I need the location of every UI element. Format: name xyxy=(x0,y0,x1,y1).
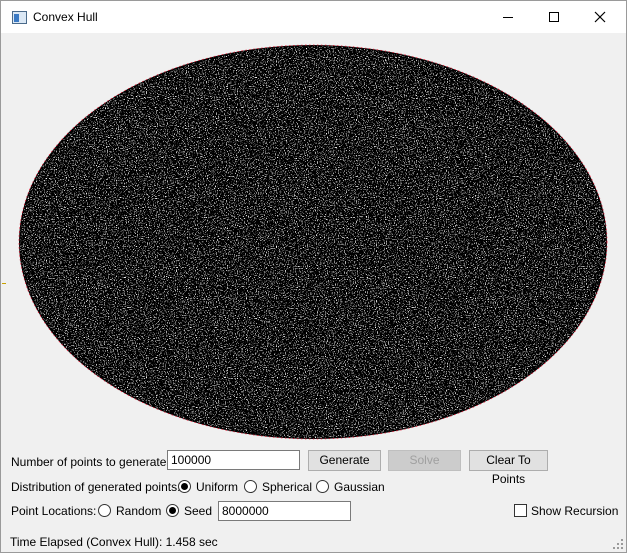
status-text: Time Elapsed (Convex Hull): 1.458 sec xyxy=(10,535,218,549)
close-icon xyxy=(594,11,606,23)
convex-hull-window: Convex Hull Number of points to generate… xyxy=(0,0,627,553)
maximize-icon xyxy=(549,12,559,22)
resize-grip-icon[interactable] xyxy=(613,539,623,549)
distribution-uniform-radio[interactable] xyxy=(178,480,191,493)
close-button[interactable] xyxy=(577,1,623,33)
canvas-axis-tick xyxy=(2,283,6,284)
minimize-button[interactable] xyxy=(485,1,531,33)
seed-input[interactable]: 8000000 xyxy=(218,501,351,521)
location-random-radio[interactable] xyxy=(98,504,111,517)
distribution-uniform-label[interactable]: Uniform xyxy=(196,480,238,494)
point-speckle xyxy=(20,46,606,438)
generate-button[interactable]: Generate xyxy=(308,450,381,471)
distribution-spherical-label[interactable]: Spherical xyxy=(262,480,312,494)
point-cloud xyxy=(18,44,608,440)
show-recursion-label[interactable]: Show Recursion xyxy=(531,504,618,518)
title-bar[interactable]: Convex Hull xyxy=(1,1,626,33)
app-window-icon xyxy=(12,11,27,24)
clear-to-points-button[interactable]: Clear To Points xyxy=(469,450,548,486)
point-locations-label: Point Locations: xyxy=(11,504,97,518)
location-seed-label[interactable]: Seed xyxy=(184,504,212,518)
distribution-label: Distribution of generated points: xyxy=(11,480,181,494)
points-canvas[interactable] xyxy=(2,33,626,443)
maximize-button[interactable] xyxy=(531,1,577,33)
distribution-spherical-radio[interactable] xyxy=(244,480,257,493)
show-recursion-checkbox[interactable] xyxy=(514,504,527,517)
location-random-label[interactable]: Random xyxy=(116,504,161,518)
num-points-label: Number of points to generate: xyxy=(11,455,170,469)
num-points-input[interactable]: 100000 xyxy=(167,450,300,470)
minimize-icon xyxy=(503,16,513,18)
location-seed-radio[interactable] xyxy=(166,504,179,517)
distribution-gaussian-label[interactable]: Gaussian xyxy=(334,480,385,494)
window-title: Convex Hull xyxy=(33,10,98,24)
distribution-gaussian-radio[interactable] xyxy=(316,480,329,493)
solve-button[interactable]: Solve xyxy=(388,450,461,471)
